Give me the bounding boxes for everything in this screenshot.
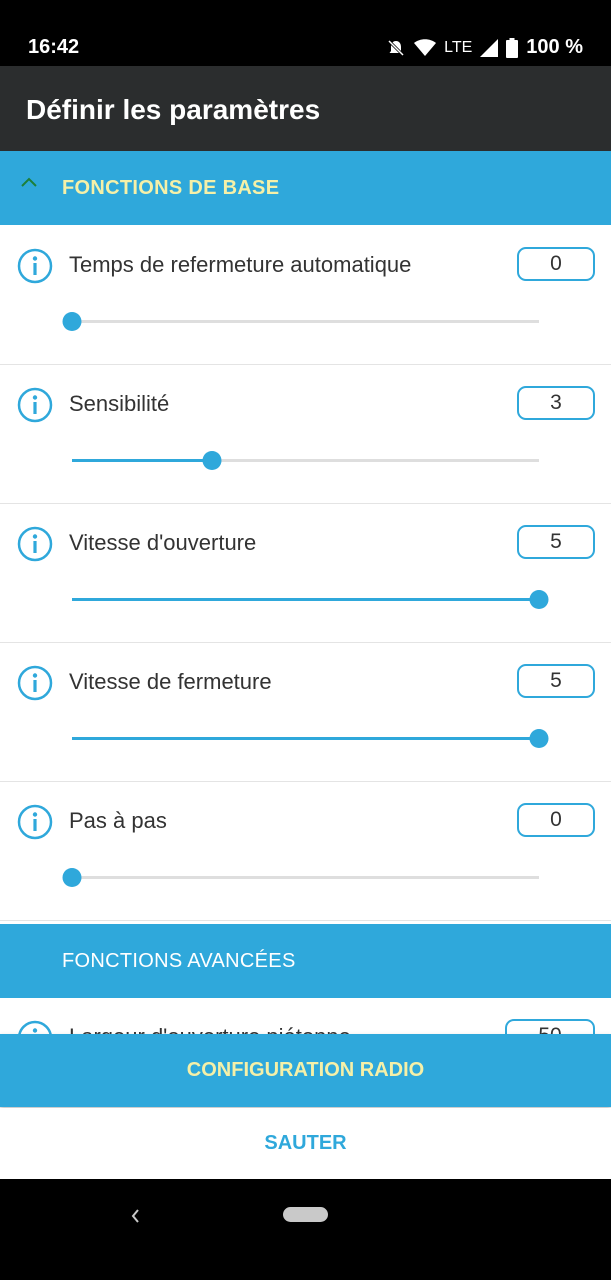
param-row: Temps de refermeture automatique 0 — [0, 226, 611, 365]
section-label: FONCTIONS DE BASE — [62, 177, 280, 199]
network-type: LTE — [444, 38, 473, 56]
battery-icon — [506, 37, 519, 58]
info-icon[interactable] — [17, 248, 53, 284]
param-value-field[interactable]: 0 — [517, 803, 595, 837]
info-icon[interactable] — [17, 804, 53, 840]
param-value-field[interactable]: 50 — [505, 1019, 595, 1034]
slider-fill — [72, 737, 539, 740]
skip-button[interactable]: SAUTER — [0, 1108, 611, 1179]
param-label: Largeur d'ouverture piétonne — [69, 1024, 351, 1034]
param-slider[interactable] — [72, 729, 549, 748]
notifications-off-icon — [388, 39, 405, 56]
home-pill[interactable] — [283, 1207, 328, 1222]
status-icons: LTE 100 % — [386, 36, 583, 59]
system-nav-bar — [0, 1179, 611, 1280]
param-row: Pas à pas 0 — [0, 782, 611, 921]
slider-fill — [72, 459, 213, 462]
param-label: Sensibilité — [69, 391, 170, 416]
status-bar: 16:42 LTE 100 % — [0, 0, 611, 66]
param-slider[interactable] — [62, 868, 539, 887]
slider-thumb[interactable] — [529, 729, 549, 748]
param-label: Vitesse d'ouverture — [69, 530, 257, 555]
app-bar: Définir les paramètres — [0, 66, 611, 151]
param-label: Temps de refermeture automatique — [69, 252, 412, 277]
section-header-advanced[interactable]: FONCTIONS AVANCÉES — [0, 924, 611, 998]
page-title: Définir les paramètres — [26, 94, 321, 125]
status-time: 16:42 — [28, 36, 80, 58]
info-icon[interactable] — [17, 1020, 53, 1034]
info-icon[interactable] — [17, 665, 53, 701]
param-row: Vitesse d'ouverture 5 — [0, 504, 611, 643]
slider-track — [72, 876, 539, 879]
param-slider[interactable] — [72, 451, 539, 470]
battery-level: 100 % — [526, 36, 583, 58]
param-slider[interactable] — [62, 312, 539, 331]
back-icon[interactable] — [128, 1205, 142, 1227]
info-icon[interactable] — [17, 387, 53, 423]
wifi-icon — [414, 38, 437, 56]
slider-track — [72, 320, 539, 323]
slider-thumb[interactable] — [202, 451, 222, 470]
param-value-field[interactable]: 5 — [517, 525, 595, 559]
section-label: FONCTIONS AVANCÉES — [62, 950, 296, 972]
configuration-radio-button[interactable]: CONFIGURATION RADIO — [0, 1034, 611, 1107]
signal-icon — [480, 38, 499, 57]
param-value-field[interactable]: 3 — [517, 386, 595, 420]
param-value-field[interactable]: 5 — [517, 664, 595, 698]
param-label: Pas à pas — [69, 808, 167, 833]
param-row-pedestrian-width: Largeur d'ouverture piétonne 50 — [0, 998, 611, 1034]
section-header-basic[interactable]: FONCTIONS DE BASE — [0, 151, 611, 225]
info-icon[interactable] — [17, 526, 53, 562]
slider-thumb[interactable] — [62, 868, 82, 887]
param-row: Vitesse de fermeture 5 — [0, 643, 611, 782]
param-value-field[interactable]: 0 — [517, 247, 595, 281]
chevron-up-icon — [21, 177, 37, 187]
slider-thumb[interactable] — [62, 312, 82, 331]
param-label: Vitesse de fermeture — [69, 669, 272, 694]
slider-fill — [72, 598, 539, 601]
param-row: Sensibilité 3 — [0, 365, 611, 504]
param-slider[interactable] — [72, 590, 549, 609]
slider-thumb[interactable] — [529, 590, 549, 609]
